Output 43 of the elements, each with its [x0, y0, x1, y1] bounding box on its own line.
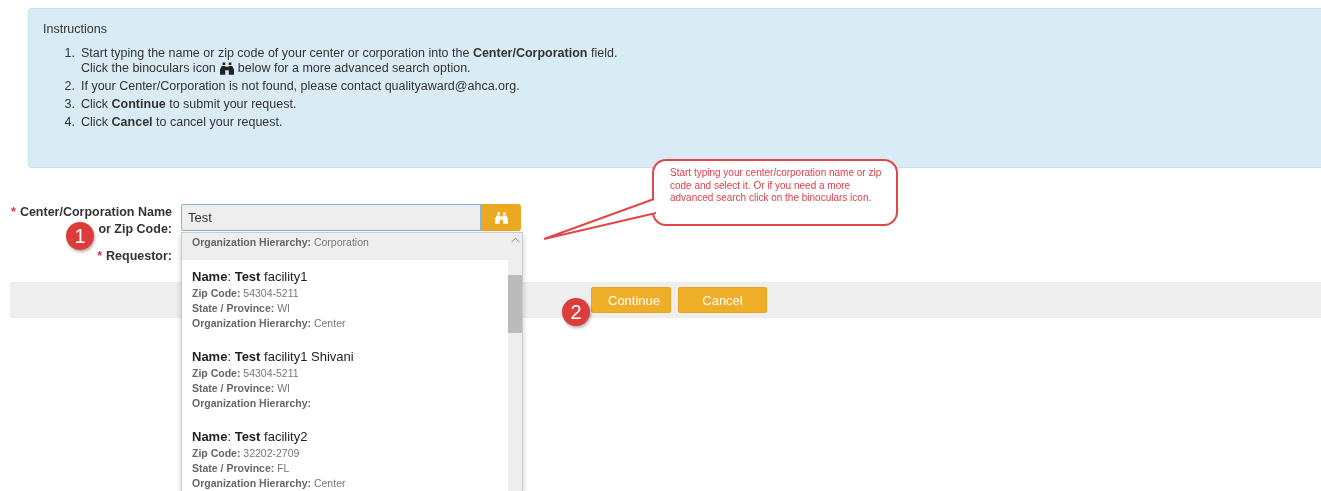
suggestion-name: Name: Test facility1 Shivani: [192, 349, 355, 364]
step-number: 3.: [63, 97, 75, 111]
callout-text: Start typing your center/corporation name or zip code and select it. Or if you need a more advanced search click on the binoculars icon.: [670, 167, 882, 205]
suggestion-detail: Organization Hierarchy: Corporation: [192, 235, 370, 250]
suggestion-item[interactable]: Name: Test facility2 Zip Code: 32202-2709 State / Province: FL Organization Hierarchy: Center: [182, 420, 508, 491]
suggestion-item[interactable]: Name: Test facility1 Zip Code: 54304-5211 State / Province: WI Organization Hierarchy: Center: [182, 260, 508, 340]
suggestion-detail: Zip Code: 32202-2709: [192, 446, 301, 461]
instruction-text: Click the binoculars icon: [81, 61, 216, 75]
instruction-text: If your Center/Corporation is not found, please contact qualityaward@ahca.org.: [81, 79, 520, 93]
binoculars-icon: [219, 61, 234, 75]
binoculars-icon: [494, 211, 508, 224]
instruction-text: Click Cancel to cancel your request.: [81, 115, 283, 129]
suggestion-detail: Organization Hierarchy: Center: [192, 476, 347, 491]
suggestion-detail: State / Province: FL: [192, 461, 291, 476]
suggestion-item[interactable]: Organization Hierarchy: Corporation: [182, 233, 508, 260]
step-number: 4.: [63, 115, 75, 129]
step-number: 2.: [63, 79, 75, 93]
suggestion-detail: State / Province: WI: [192, 301, 292, 316]
suggestion-detail: State / Province: WI: [192, 381, 292, 396]
instruction-text: Start typing the name or zip code of your center or corporation into the Center/Corporation field.: [81, 46, 618, 60]
step-marker: 2: [562, 298, 590, 326]
required-mark: *: [11, 204, 16, 221]
step-number: 1.: [63, 46, 75, 62]
suggestion-detail: Zip Code: 54304-5211: [192, 286, 300, 301]
instruction-text: Click Continue to submit your request.: [81, 97, 297, 111]
suggestion-name: Name: Test facility1: [192, 269, 309, 284]
search-field[interactable]: Test: [181, 204, 481, 231]
field-label: or Zip Code:: [98, 221, 172, 238]
suggestion-detail: Organization Hierarchy:: [192, 396, 313, 411]
suggestion-detail: Zip Code: 54304-5211: [192, 366, 300, 381]
suggestion-item[interactable]: Name: Test facility1 Shivani Zip Code: 54304-5211 State / Province: WI Organization Hierarchy:: [182, 340, 508, 420]
field-label: Center/Corporation Name: [19, 204, 172, 221]
search-button[interactable]: [481, 204, 521, 231]
instructions-title: Instructions: [43, 22, 108, 36]
suggestion-name: Name: Test facility2: [192, 429, 309, 444]
field-label: Requestor:: [106, 248, 172, 265]
step-marker: 1: [66, 222, 94, 250]
suggestion-detail: Organization Hierarchy: Center: [192, 316, 347, 331]
instruction-text: below for a more advanced search option.: [237, 61, 471, 75]
scrollbar-thumb[interactable]: [508, 275, 522, 333]
scroll-up-icon[interactable]: [510, 237, 520, 243]
scrollbar[interactable]: [508, 233, 522, 491]
required-mark: *: [97, 248, 102, 265]
